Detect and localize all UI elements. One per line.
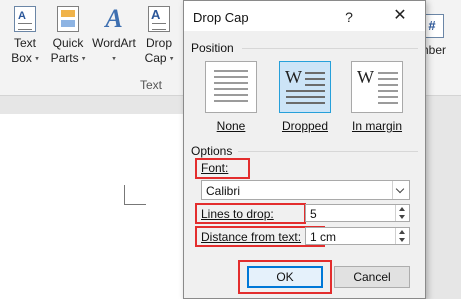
lines-to-drop-spinner[interactable]: 5 (305, 204, 410, 222)
spin-up-icon[interactable] (396, 228, 409, 236)
chevron-down-icon[interactable] (392, 181, 409, 199)
dialog-title: Drop Cap (193, 10, 249, 25)
wordart-icon: A (105, 4, 123, 33)
quick-parts-icon (57, 6, 79, 32)
distance-from-text-spinner[interactable]: 1 cm (305, 227, 410, 245)
text-box-label-2: Box (11, 51, 32, 65)
distance-from-text-label: Distance from text: (201, 230, 302, 244)
position-dropped-label: Dropped (281, 119, 329, 133)
drop-cap-dialog: Drop Cap ? ✕ Position None W Dropped W I… (183, 0, 426, 299)
in-margin-w-glyph: W (357, 67, 374, 87)
position-none-option[interactable] (205, 61, 257, 113)
font-label: Font: (201, 161, 229, 175)
position-divider (242, 48, 418, 49)
text-box-label: Text (13, 36, 36, 50)
chevron-down-icon: ▾ (169, 55, 174, 63)
lines-spin-buttons (395, 205, 409, 221)
drop-cap-label-2: Cap (144, 51, 167, 65)
chevron-down-icon: ▾ (81, 55, 86, 63)
font-select-value: Calibri (206, 184, 241, 198)
quick-parts-label-2: Parts (50, 51, 79, 65)
font-select[interactable]: Calibri (201, 180, 410, 200)
text-box-icon (14, 6, 36, 32)
chevron-down-icon: ▾ (112, 55, 116, 63)
position-in-margin-option[interactable]: W (351, 61, 403, 113)
chevron-down-icon: ▾ (35, 55, 39, 63)
options-section-label: Options (191, 144, 233, 158)
lines-to-drop-value: 5 (310, 207, 317, 221)
position-in-margin-label: In margin (351, 119, 403, 133)
cancel-button[interactable]: Cancel (334, 266, 410, 288)
quick-parts-button[interactable]: Quick Parts ▾ (49, 6, 87, 66)
close-icon[interactable]: ✕ (386, 6, 414, 26)
text-box-button[interactable]: Text Box ▾ (8, 6, 42, 66)
distance-from-text-value: 1 cm (310, 230, 337, 244)
position-section-label: Position (191, 41, 234, 55)
lines-to-drop-label: Lines to drop: (201, 207, 274, 221)
spin-down-icon[interactable] (396, 236, 409, 244)
document-page[interactable] (0, 114, 200, 299)
help-icon[interactable]: ? (339, 7, 359, 27)
spin-down-icon[interactable] (396, 213, 409, 221)
drop-cap-icon (148, 6, 170, 32)
distance-spin-buttons (395, 228, 409, 244)
text-corner-mark (124, 185, 146, 205)
ok-button[interactable]: OK (247, 266, 323, 288)
position-none-label: None (216, 119, 246, 133)
quick-parts-label: Quick (52, 36, 84, 50)
position-dropped-option[interactable]: W (279, 61, 331, 113)
wordart-button[interactable]: A WordArt ▾ (91, 6, 137, 66)
drop-cap-button[interactable]: Drop Cap ▾ (142, 6, 176, 66)
text-group-label: Text (140, 78, 163, 92)
dialog-titlebar[interactable]: Drop Cap ? ✕ (184, 1, 425, 31)
drop-cap-label: Drop (145, 36, 172, 50)
dropped-w-glyph: W (285, 67, 302, 87)
spin-up-icon[interactable] (396, 205, 409, 213)
wordart-label: WordArt (92, 36, 136, 50)
options-divider (238, 151, 418, 152)
